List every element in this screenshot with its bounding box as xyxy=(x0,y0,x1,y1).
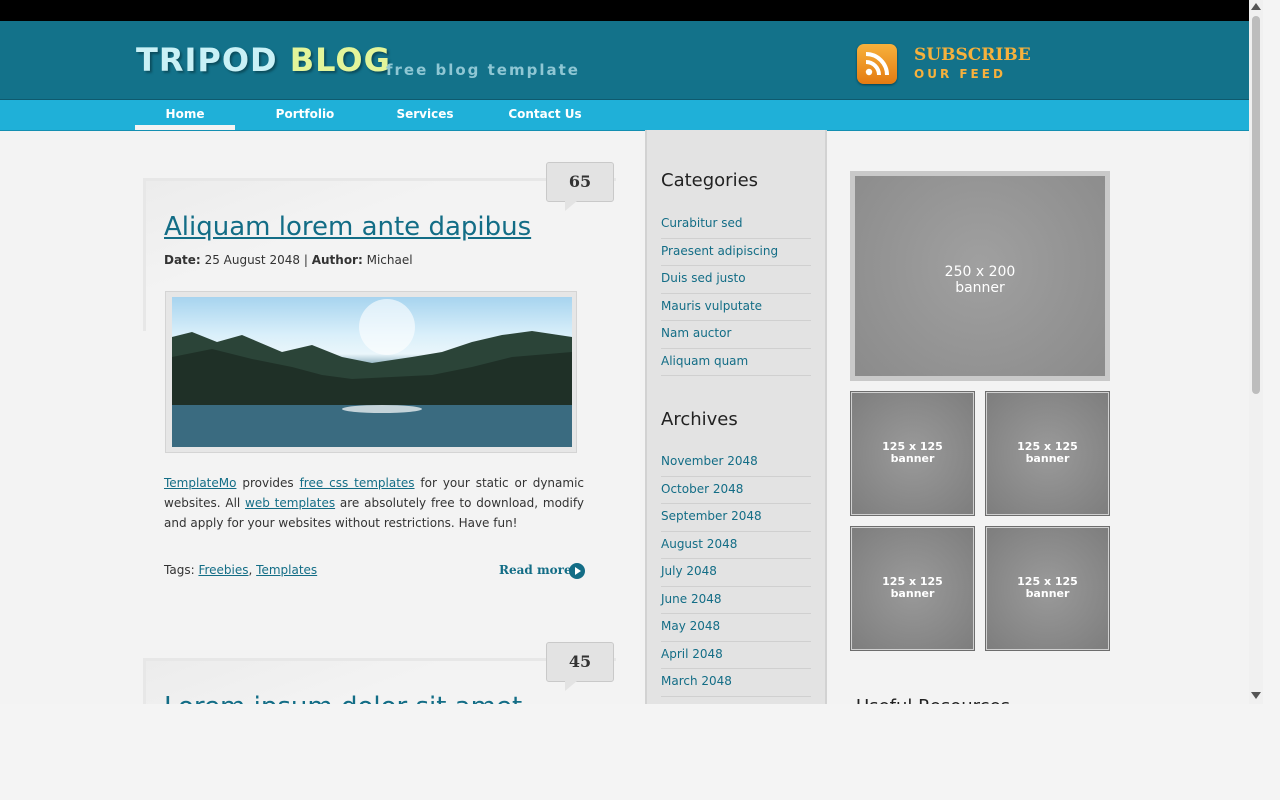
site-header: TRIPOD BLOG free blog template SUBSCRIBE… xyxy=(0,21,1249,100)
banner-caption: 125 x 125 banner xyxy=(986,576,1109,600)
archive-link[interactable]: July 2048 xyxy=(661,559,811,587)
excerpt-text-1: provides xyxy=(236,476,300,490)
banner-caption: 125 x 125 banner xyxy=(986,441,1109,465)
banner-word: banner xyxy=(955,280,1005,296)
archive-link[interactable]: September 2048 xyxy=(661,504,811,532)
banner-word: banner xyxy=(890,452,935,465)
banner-caption: 250 x 200 banner xyxy=(855,264,1105,296)
read-more-link[interactable]: Read more xyxy=(499,563,572,577)
post-title-link[interactable]: Aliquam lorem ante dapibus xyxy=(164,212,531,242)
tags-label: Tags: xyxy=(164,563,195,577)
meta-separator: | xyxy=(303,253,308,267)
banner-word: banner xyxy=(890,587,935,600)
nav-contact[interactable]: Contact Us xyxy=(495,107,595,121)
scroll-down-arrow-icon[interactable] xyxy=(1251,692,1261,699)
top-black-bar xyxy=(0,0,1249,21)
category-link[interactable]: Praesent adipiscing xyxy=(661,239,811,266)
category-link[interactable]: Mauris vulputate xyxy=(661,294,811,321)
banner-125x125[interactable]: 125 x 125 banner xyxy=(850,526,975,651)
logo-part-tripod: TRIPOD xyxy=(136,41,278,79)
archive-link[interactable]: August 2048 xyxy=(661,532,811,559)
banner-size: 250 x 200 xyxy=(944,264,1016,280)
rss-feed-icon[interactable] xyxy=(857,44,897,84)
web-templates-link[interactable]: web templates xyxy=(245,496,335,510)
banner-125x125[interactable]: 125 x 125 banner xyxy=(985,391,1110,516)
tag-freebies[interactable]: Freebies xyxy=(198,563,248,577)
scroll-up-arrow-icon[interactable] xyxy=(1251,3,1261,10)
category-link[interactable]: Nam auctor xyxy=(661,321,811,349)
site-logo[interactable]: TRIPOD BLOG xyxy=(136,41,391,79)
archives-heading: Archives xyxy=(661,409,738,430)
category-link[interactable]: Aliquam quam xyxy=(661,349,811,376)
banner-caption: 125 x 125 banner xyxy=(851,576,974,600)
post-tags: Tags: Freebies, Templates xyxy=(164,563,317,577)
post-author: Michael xyxy=(366,253,413,267)
banner-125x125[interactable]: 125 x 125 banner xyxy=(850,391,975,516)
author-label: Author: xyxy=(311,253,363,267)
subscribe-link[interactable]: SUBSCRIBE xyxy=(914,45,1031,65)
site-tagline: free blog template xyxy=(386,61,580,79)
categories-heading: Categories xyxy=(661,170,759,191)
banner-word: banner xyxy=(1025,452,1070,465)
sidebar: Categories Curabitur sed Praesent adipis… xyxy=(645,130,827,704)
logo-part-blog: BLOG xyxy=(289,41,391,79)
post-image-frame xyxy=(165,291,577,453)
our-feed-link[interactable]: OUR FEED xyxy=(914,67,1006,81)
tag-separator: , xyxy=(248,563,253,577)
post-title-link[interactable]: Lorem ipsum dolor sit amet xyxy=(164,692,522,704)
post-excerpt: TemplateMo provides free css templates f… xyxy=(164,473,584,533)
category-link[interactable]: Curabitur sed xyxy=(661,211,811,239)
nav-services[interactable]: Services xyxy=(375,107,475,121)
nav-portfolio[interactable]: Portfolio xyxy=(255,107,355,121)
post-date: 25 August 2048 xyxy=(204,253,300,267)
main-nav: Home Portfolio Services Contact Us xyxy=(0,100,1249,131)
archive-link[interactable]: March 2048 xyxy=(661,669,811,697)
post-meta: Date: 25 August 2048 | Author: Michael xyxy=(164,253,413,267)
banner-125x125[interactable]: 125 x 125 banner xyxy=(985,526,1110,651)
comment-count-badge[interactable]: 65 xyxy=(546,162,614,211)
free-css-templates-link[interactable]: free css templates xyxy=(300,476,415,490)
date-label: Date: xyxy=(164,253,201,267)
templatemo-link[interactable]: TemplateMo xyxy=(164,476,236,490)
archive-link[interactable]: June 2048 xyxy=(661,587,811,614)
banner-250x200[interactable]: 250 x 200 banner xyxy=(850,171,1110,381)
tag-templates[interactable]: Templates xyxy=(256,563,317,577)
archive-link[interactable]: October 2048 xyxy=(661,477,811,504)
browser-viewport: TRIPOD BLOG free blog template SUBSCRIBE… xyxy=(0,0,1249,704)
category-link[interactable]: Duis sed justo xyxy=(661,266,811,294)
archives-list: November 2048 October 2048 September 204… xyxy=(661,449,811,697)
comment-count-badge[interactable]: 45 xyxy=(546,642,614,691)
archive-link[interactable]: April 2048 xyxy=(661,642,811,669)
read-more-arrow-icon[interactable] xyxy=(569,563,585,579)
archive-link[interactable]: May 2048 xyxy=(661,614,811,642)
archive-link[interactable]: November 2048 xyxy=(661,449,811,477)
banner-word: banner xyxy=(1025,587,1070,600)
categories-list: Curabitur sed Praesent adipiscing Duis s… xyxy=(661,211,811,376)
scrollbar-thumb[interactable] xyxy=(1252,16,1260,394)
nav-home[interactable]: Home xyxy=(135,107,235,121)
banner-caption: 125 x 125 banner xyxy=(851,441,974,465)
useful-resources-heading: Useful Resources xyxy=(856,696,1010,704)
post-image-lake-mountains xyxy=(172,297,572,447)
